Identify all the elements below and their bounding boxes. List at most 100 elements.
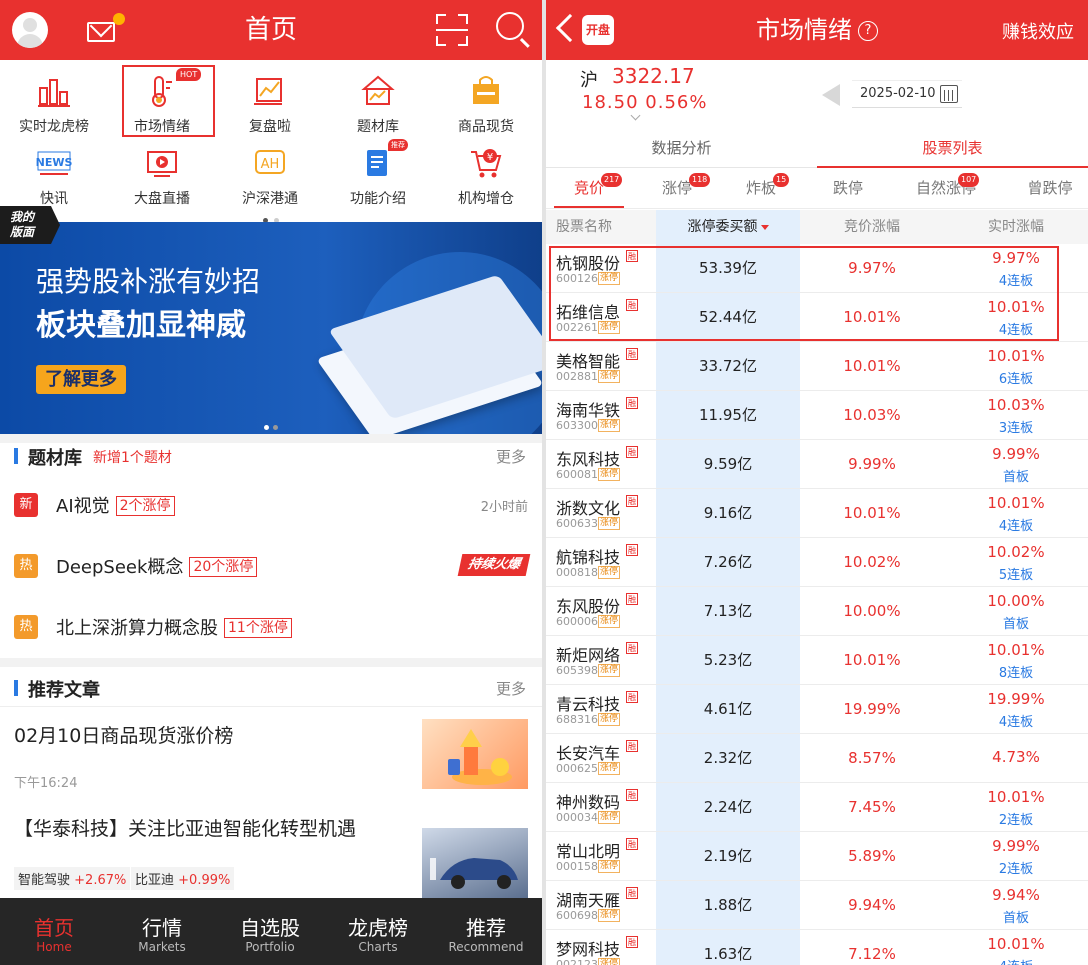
nav-item-home[interactable]: 首页 Home bbox=[0, 898, 108, 965]
tab-data-analysis[interactable]: 数据分析 bbox=[546, 128, 817, 168]
table-row[interactable]: 神州数码融 000034 涨停 2.24亿 7.45% 10.01% 2连板 bbox=[546, 783, 1088, 832]
bid-change: 7.45% bbox=[848, 798, 896, 816]
table-row[interactable]: 新炬网络融 605398 涨停 5.23亿 10.01% 10.01% 8连板 bbox=[546, 636, 1088, 685]
table-row[interactable]: 浙数文化融 600633 涨停 9.16亿 10.01% 10.01% 4连板 bbox=[546, 489, 1088, 538]
table-row[interactable]: 长安汽车融 000625 涨停 2.32亿 8.57% 4.73% bbox=[546, 734, 1088, 783]
subtab-5[interactable]: 曾跌停 bbox=[1012, 174, 1088, 208]
home-header: 首页 bbox=[0, 0, 542, 60]
subtab-4[interactable]: 自然涨停 107 bbox=[896, 173, 996, 208]
grid-item-label: 商品现货 bbox=[458, 119, 514, 135]
margin-badge: 融 bbox=[626, 593, 638, 605]
grid-item-8[interactable]: 功能介绍 bbox=[324, 138, 432, 208]
scan-icon[interactable] bbox=[436, 14, 468, 46]
topics-more-link[interactable]: 更多 bbox=[496, 446, 526, 467]
subtab-badge: 217 bbox=[601, 173, 623, 187]
nav-item-portfolio[interactable]: 自选股 Portfolio bbox=[216, 898, 324, 965]
stock-code: 603300 bbox=[556, 419, 598, 432]
nav-item-markets[interactable]: 行情 Markets bbox=[108, 898, 216, 965]
grid-item-5[interactable]: NEWS 快讯 bbox=[0, 138, 108, 208]
subtab-1[interactable]: 涨停 118 bbox=[642, 173, 712, 208]
streak-label: 2连板 bbox=[998, 862, 1034, 877]
tag-change: +0.99% bbox=[178, 873, 231, 888]
col-stock-name[interactable]: 股票名称 bbox=[546, 210, 616, 244]
search-icon[interactable] bbox=[496, 12, 524, 40]
promo-banner[interactable]: 强势股补涨有妙招 板块叠加显神威 了解更多 bbox=[0, 222, 542, 434]
review-chart-icon bbox=[252, 74, 288, 108]
margin-badge: 融 bbox=[626, 495, 638, 507]
topic-row[interactable]: 新 AI视觉 2个涨停 2小时前 bbox=[0, 476, 542, 536]
margin-badge: 融 bbox=[626, 936, 638, 948]
article-tag[interactable]: 比亚迪 +0.99% bbox=[131, 867, 235, 890]
cart-yuan-icon: ¥ bbox=[468, 146, 504, 180]
stock-code: 600081 bbox=[556, 468, 598, 481]
svg-text:AH: AH bbox=[261, 157, 280, 172]
bid-amount: 11.95亿 bbox=[699, 406, 757, 424]
sentiment-header: 开盘 市场情绪? 赚钱效应 bbox=[546, 0, 1088, 60]
nav-label-en: Markets bbox=[138, 940, 186, 954]
screen: 首页 实时龙虎榜 市场情绪 复盘啦 题材库 商品现货 NEWS 快讯 大盘直播 AH 沪深港通 功能… bbox=[0, 0, 1088, 965]
nav-label: 龙虎榜 bbox=[348, 916, 408, 940]
realtime-change: 9.99% bbox=[992, 445, 1040, 463]
topic-row[interactable]: 热北上深浙算力概念股 11个涨停 bbox=[0, 598, 542, 658]
stock-name: 常山北明 bbox=[556, 842, 621, 861]
subtab-2[interactable]: 炸板 15 bbox=[726, 173, 796, 208]
table-row[interactable]: 东风科技融 600081 涨停 9.59亿 9.99% 9.99% 首板 bbox=[546, 440, 1088, 489]
table-row[interactable]: 海南华铁融 603300 涨停 11.95亿 10.03% 10.03% 3连板 bbox=[546, 391, 1088, 440]
topic-name: DeepSeek概念 20个涨停 bbox=[56, 553, 258, 579]
topic-row[interactable]: 热 DeepSeek概念 20个涨停 持续火爆 bbox=[0, 537, 542, 597]
grid-item-0[interactable]: 实时龙虎榜 bbox=[0, 66, 108, 136]
table-row[interactable]: 东风股份融 600006 涨停 7.13亿 10.00% 10.00% 首板 bbox=[546, 587, 1088, 636]
article-thumbnail[interactable] bbox=[422, 719, 528, 789]
nav-item-charts[interactable]: 龙虎榜 Charts bbox=[324, 898, 432, 965]
stock-code: 600633 bbox=[556, 517, 598, 530]
grid-item-3[interactable]: 题材库 bbox=[324, 66, 432, 136]
bid-change: 5.89% bbox=[848, 847, 896, 865]
col-bid-amount[interactable]: 涨停委买额 bbox=[656, 210, 800, 244]
streak-label: 6连板 bbox=[998, 372, 1034, 387]
banner-dots bbox=[262, 415, 280, 434]
grid-item-4[interactable]: 商品现货 bbox=[432, 66, 540, 136]
article-title[interactable]: 02月10日商品现货涨价榜 bbox=[14, 721, 233, 748]
table-row[interactable]: 梦网科技融 002123涨停 1.63亿 7.12% 10.01% 4连板 bbox=[546, 930, 1088, 965]
table-row[interactable]: 常山北明融 000158 涨停 2.19亿 5.89% 9.99% 2连板 bbox=[546, 832, 1088, 881]
grid-item-7[interactable]: AH 沪深港通 bbox=[216, 138, 324, 208]
article-tag[interactable]: 智能驾驶 +2.67% bbox=[14, 867, 131, 890]
bid-change: 10.03% bbox=[843, 406, 901, 424]
grid-item-2[interactable]: 复盘啦 bbox=[216, 66, 324, 136]
index-value: 3322.17 bbox=[612, 64, 695, 88]
learn-more-button[interactable]: 了解更多 bbox=[36, 365, 126, 394]
bid-change: 10.01% bbox=[843, 504, 901, 522]
subtab-3[interactable]: 跌停 bbox=[808, 174, 888, 208]
stock-code: 000034 bbox=[556, 811, 598, 824]
limit-flag: 涨停 bbox=[598, 517, 621, 530]
help-icon[interactable]: ? bbox=[858, 21, 878, 41]
date-picker[interactable]: 2025-02-10 bbox=[852, 80, 962, 108]
nav-label-en: Portfolio bbox=[245, 940, 295, 954]
table-row[interactable]: 湖南天雁融 600698 涨停 1.88亿 9.94% 9.94% 首板 bbox=[546, 881, 1088, 930]
subtab-0[interactable]: 竞价 217 bbox=[554, 173, 624, 208]
stock-name: 美格智能 bbox=[556, 352, 621, 371]
articles-more-link[interactable]: 更多 bbox=[496, 678, 526, 699]
grid-item-9[interactable]: ¥ 机构增仓 bbox=[432, 138, 540, 208]
col-realtime-change[interactable]: 实时涨幅 bbox=[944, 210, 1088, 244]
col-bid-change[interactable]: 竞价涨幅 bbox=[800, 210, 944, 244]
grid-item-6[interactable]: 大盘直播 bbox=[108, 138, 216, 208]
stock-code: 600006 bbox=[556, 615, 598, 628]
sort-desc-icon bbox=[760, 225, 769, 230]
margin-badge: 融 bbox=[626, 838, 638, 850]
table-row[interactable]: 航锦科技融 000818 涨停 7.26亿 10.02% 10.02% 5连板 bbox=[546, 538, 1088, 587]
article-thumbnail[interactable] bbox=[422, 828, 528, 898]
topic-badge: 热 bbox=[14, 615, 38, 639]
prev-date-arrow-icon[interactable] bbox=[822, 84, 840, 106]
tab-stock-list[interactable]: 股票列表 bbox=[817, 128, 1088, 168]
my-layout-button[interactable]: 我的 版面 bbox=[0, 206, 60, 244]
col-bid-amount-label: 涨停委买额 bbox=[687, 219, 758, 235]
money-effect-link[interactable]: 赚钱效应 bbox=[1002, 18, 1074, 44]
index-change-pct: 0.56% bbox=[645, 92, 708, 113]
table-row[interactable]: 青云科技融 688316 涨停 4.61亿 19.99% 19.99% 4连板 bbox=[546, 685, 1088, 734]
article-title[interactable]: 【华泰科技】关注比亚迪智能化转型机遇 bbox=[14, 814, 356, 841]
table-row[interactable]: 美格智能融 002881 涨停 33.72亿 10.01% 10.01% 6连板 bbox=[546, 342, 1088, 391]
nav-item-recommend[interactable]: 推荐 Recommend bbox=[432, 898, 540, 965]
bid-amount: 9.59亿 bbox=[703, 455, 753, 473]
limit-flag: 涨停 bbox=[598, 419, 621, 432]
